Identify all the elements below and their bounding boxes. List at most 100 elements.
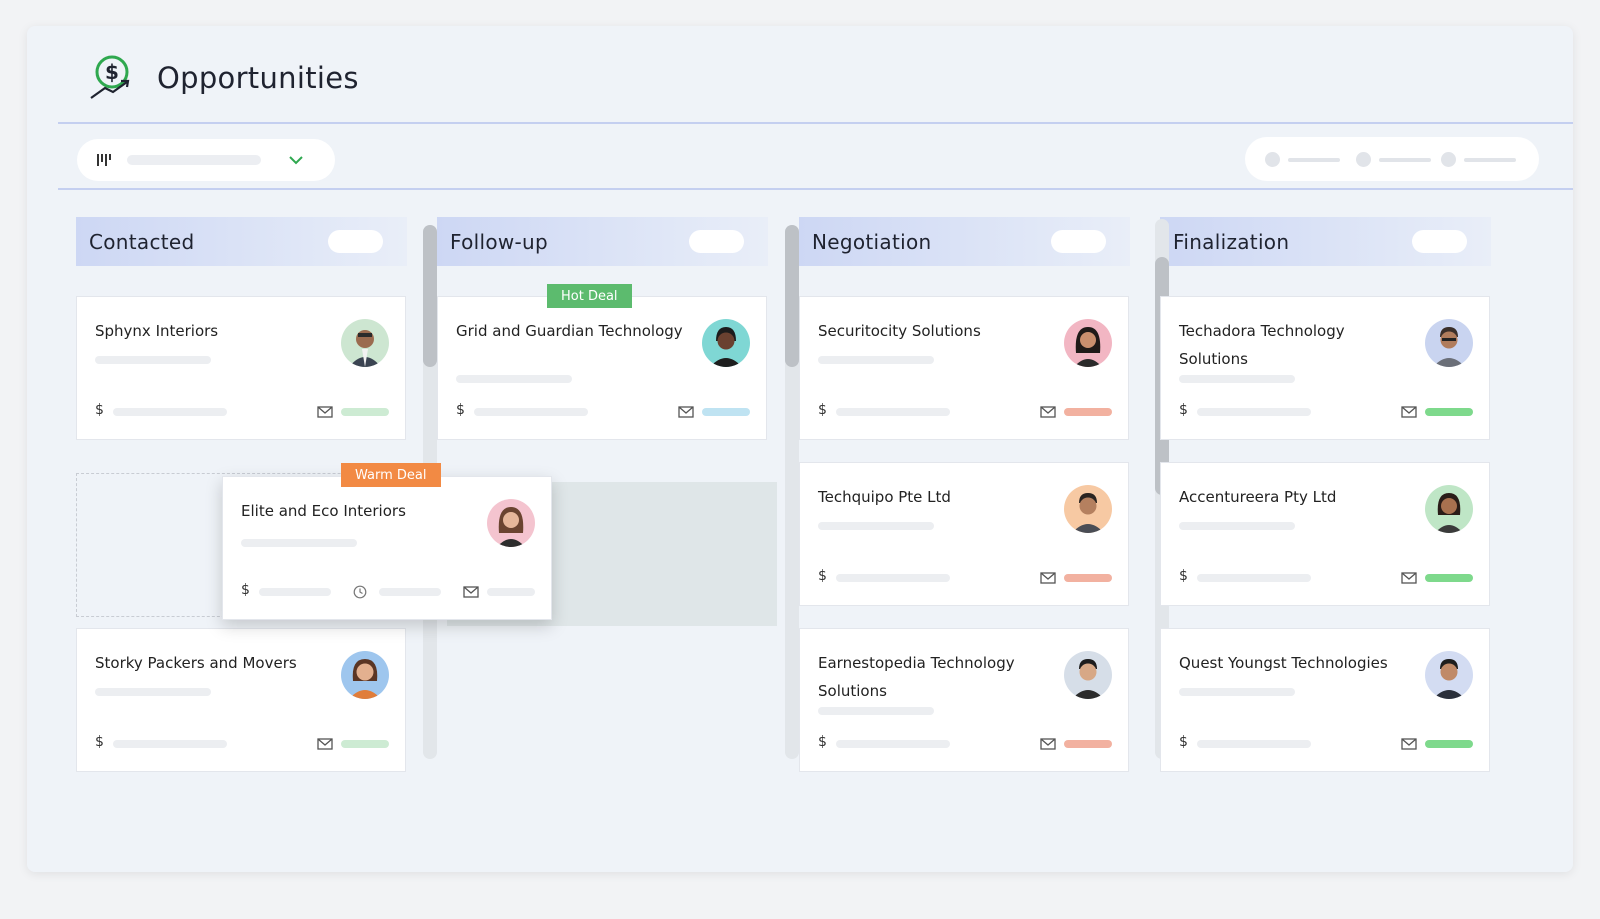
mail-icon[interactable] [463,586,479,598]
column-header-finalization: Finalization [1160,217,1491,266]
detail-placeholder [456,375,572,383]
svg-text:$: $ [105,60,119,84]
amount-placeholder [836,740,950,748]
amount-currency: $ [818,402,827,418]
status-indicator [487,588,535,596]
amount-currency: $ [818,734,827,750]
mail-icon[interactable] [1401,406,1417,418]
column-title: Follow-up [450,229,549,254]
amount-currency: $ [95,402,104,418]
amount-currency: $ [1179,402,1188,418]
dragged-opportunity-card[interactable]: Elite and Eco Interiors $ [222,476,552,620]
avatar [1064,319,1112,367]
mail-icon[interactable] [1401,572,1417,584]
status-indicator [702,408,750,416]
detail-placeholder [95,688,211,696]
opportunity-card[interactable]: Sphynx Interiors $ [76,296,406,440]
detail-placeholder [1179,375,1295,383]
opportunities-panel: $ Opportunities Contacted Follow-up Nego… [27,26,1573,872]
amount-placeholder [474,408,588,416]
page-header: $ Opportunities [87,50,359,106]
mail-icon[interactable] [1040,738,1056,750]
detail-placeholder [1179,688,1295,696]
company-name: Sphynx Interiors [95,322,219,340]
view-switcher[interactable] [1245,137,1539,181]
company-name: Storky Packers and Movers [95,654,297,672]
status-indicator [1064,574,1112,582]
opportunity-card[interactable]: Earnestopedia Technology Solutions $ [799,628,1129,772]
amount-currency: $ [1179,734,1188,750]
company-name: Securitocity Solutions [818,322,981,340]
kanban-icon [97,154,111,166]
status-indicator [1064,408,1112,416]
detail-placeholder [818,707,934,715]
mail-icon[interactable] [1040,406,1056,418]
view-filter-dropdown[interactable] [77,139,335,181]
opportunity-card[interactable]: Grid and Guardian Technology $ [437,296,767,440]
column-count-pill [1051,230,1106,253]
amount-placeholder [113,408,227,416]
status-indicator [1425,574,1473,582]
avatar [341,319,389,367]
mail-icon[interactable] [1040,572,1056,584]
detail-placeholder [818,356,934,364]
chevron-down-icon[interactable] [287,153,305,167]
avatar [1064,485,1112,533]
mail-icon[interactable] [317,738,333,750]
company-name: Elite and Eco Interiors [241,502,406,520]
column-title: Contacted [89,229,195,254]
avatar [487,499,535,547]
opportunity-card[interactable]: Techadora Technology Solutions $ [1160,296,1490,440]
amount-currency: $ [818,568,827,584]
detail-placeholder [95,356,211,364]
amount-placeholder [259,588,331,596]
filter-placeholder [127,155,261,165]
view-option-line [1464,158,1516,162]
detail-placeholder [1179,522,1295,530]
opportunity-card[interactable]: Quest Youngst Technologies $ [1160,628,1490,772]
mail-icon[interactable] [317,406,333,418]
amount-placeholder [836,408,950,416]
scrollbar-thumb[interactable] [785,225,799,367]
amount-currency: $ [241,582,250,598]
column-count-pill [689,230,744,253]
view-option-dot[interactable] [1356,152,1371,167]
avatar [702,319,750,367]
avatar [1425,651,1473,699]
mail-icon[interactable] [1401,738,1417,750]
amount-placeholder [836,574,950,582]
opportunity-card[interactable]: Storky Packers and Movers $ [76,628,406,772]
company-name: Techadora Technology Solutions [1179,322,1345,368]
view-option-line [1288,158,1340,162]
view-option-dot[interactable] [1265,152,1280,167]
toolbar-divider [58,188,1573,190]
status-indicator [1425,740,1473,748]
column-scrollbar[interactable] [785,225,799,759]
opportunity-card[interactable]: Securitocity Solutions $ [799,296,1129,440]
time-placeholder [379,588,441,596]
avatar [1425,319,1473,367]
mail-icon[interactable] [678,406,694,418]
amount-placeholder [1197,408,1311,416]
company-name: Quest Youngst Technologies [1179,654,1388,672]
column-header-contacted: Contacted [76,217,407,266]
dollar-growth-icon: $ [90,55,130,99]
status-indicator [341,408,389,416]
avatar [1425,485,1473,533]
opportunity-card[interactable]: Techquipo Pte Ltd $ [799,462,1129,606]
scrollbar-thumb[interactable] [423,225,437,367]
company-name: Grid and Guardian Technology [456,322,683,340]
view-option-dot[interactable] [1441,152,1456,167]
detail-placeholder [818,522,934,530]
status-indicator [1425,408,1473,416]
hot-deal-tag: Hot Deal [547,284,632,308]
column-header-negotiation: Negotiation [799,217,1130,266]
column-header-follow-up: Follow-up [437,217,768,266]
amount-placeholder [1197,740,1311,748]
clock-icon [353,585,367,599]
company-name: Earnestopedia Technology Solutions [818,654,1015,700]
status-indicator [341,740,389,748]
amount-currency: $ [95,734,104,750]
column-title: Negotiation [812,229,932,254]
opportunity-card[interactable]: Accentureera Pty Ltd $ [1160,462,1490,606]
